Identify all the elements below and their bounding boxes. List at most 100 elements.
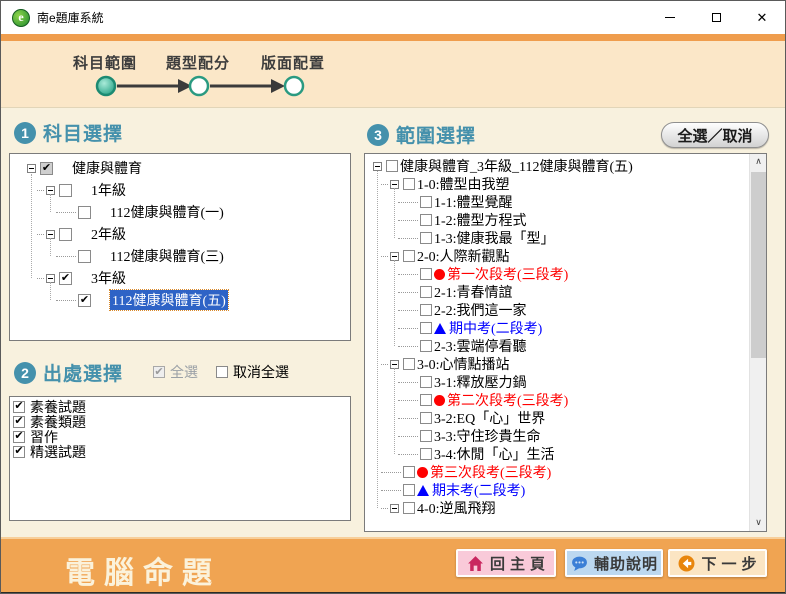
tree-row[interactable]: 1-1:體型覺醒 bbox=[365, 193, 751, 211]
checkbox[interactable]: ✔ bbox=[153, 366, 165, 378]
tree-row[interactable]: ✔健康與體育 bbox=[10, 157, 350, 179]
tree-row[interactable]: 期中考(二段考) bbox=[365, 319, 751, 337]
tree-checkbox[interactable] bbox=[78, 250, 91, 263]
tree-row[interactable]: 112健康與體育(三) bbox=[10, 245, 350, 267]
home-button[interactable]: 回主頁 bbox=[456, 549, 556, 577]
tree-row[interactable]: 2-0:人際新觀點 bbox=[365, 247, 751, 265]
tree-label: 2-1:青春情誼 bbox=[434, 282, 513, 302]
tree-checkbox[interactable] bbox=[420, 286, 432, 298]
tree-checkbox[interactable] bbox=[420, 430, 432, 442]
tree-checkbox[interactable] bbox=[420, 340, 432, 352]
expand-toggle-icon[interactable] bbox=[373, 162, 382, 171]
list-checkbox[interactable]: ✔ bbox=[13, 416, 25, 428]
tree-row[interactable]: 3-1:釋放壓力鍋 bbox=[365, 373, 751, 391]
deselect-all-checkbox[interactable]: 取消全選 bbox=[216, 362, 289, 382]
tree-row[interactable]: 第一次段考(三段考) bbox=[365, 265, 751, 283]
list-checkbox[interactable]: ✔ bbox=[13, 401, 25, 413]
tree-connector bbox=[56, 212, 76, 213]
tree-row[interactable]: 1-3:健康我最「型」 bbox=[365, 229, 751, 247]
tree-label: 112健康與體育(五) bbox=[110, 290, 228, 310]
tree-row[interactable]: 3-2:EQ「心」世界 bbox=[365, 409, 751, 427]
list-checkbox[interactable]: ✔ bbox=[13, 431, 25, 443]
tree-checkbox[interactable] bbox=[59, 184, 72, 197]
tree-label: 112健康與體育(一) bbox=[110, 202, 224, 222]
tree-checkbox[interactable] bbox=[403, 178, 415, 190]
tree-row[interactable]: 1年級 bbox=[10, 179, 350, 201]
tree-row[interactable]: 3-3:守住珍貴生命 bbox=[365, 427, 751, 445]
maximize-icon bbox=[712, 13, 721, 22]
tree-checkbox[interactable] bbox=[403, 250, 415, 262]
tree-row[interactable]: 期末考(二段考) bbox=[365, 481, 751, 499]
tree-checkbox[interactable] bbox=[59, 228, 72, 241]
expand-toggle-icon[interactable] bbox=[27, 164, 36, 173]
tree-row[interactable]: 第二次段考(三段考) bbox=[365, 391, 751, 409]
scrollbar[interactable]: ∧ ∨ bbox=[749, 154, 766, 531]
app-icon: e bbox=[12, 9, 30, 27]
tree-row[interactable]: 健康與體育_3年級_112健康與體育(五) bbox=[365, 157, 751, 175]
tree-row[interactable]: 1-2:體型方程式 bbox=[365, 211, 751, 229]
next-step-button[interactable]: 下一步 bbox=[668, 549, 767, 577]
close-button[interactable]: ✕ bbox=[739, 1, 785, 34]
tree-row[interactable]: 1-0:體型由我塑 bbox=[365, 175, 751, 193]
minimize-button[interactable] bbox=[647, 1, 693, 34]
tree-connector bbox=[398, 454, 418, 455]
tree-row[interactable]: 2年級 bbox=[10, 223, 350, 245]
tree-checkbox[interactable] bbox=[386, 160, 398, 172]
tree-row[interactable]: 2-3:雲端停看聽 bbox=[365, 337, 751, 355]
tree-label: 3-0:心情點播站 bbox=[417, 354, 510, 374]
tree-row[interactable]: 2-1:青春情誼 bbox=[365, 283, 751, 301]
checkbox[interactable] bbox=[216, 366, 228, 378]
titlebar: e 南e題庫系統 ✕ bbox=[1, 1, 785, 34]
tree-label: 3-3:守住珍貴生命 bbox=[434, 426, 541, 446]
tree-row[interactable]: 112健康與體育(一) bbox=[10, 201, 350, 223]
blue-triangle-icon bbox=[417, 485, 429, 496]
tree-checkbox[interactable] bbox=[420, 214, 432, 226]
tree-label: 健康與體育_3年級_112健康與體育(五) bbox=[400, 156, 633, 176]
tree-row[interactable]: 4-0:逆風飛翔 bbox=[365, 499, 751, 517]
tree-row[interactable]: 第三次段考(三段考) bbox=[365, 463, 751, 481]
tree-checkbox[interactable] bbox=[420, 322, 432, 334]
red-dot-icon bbox=[434, 395, 445, 406]
section2-title: 出處選擇 bbox=[43, 359, 123, 386]
tree-checkbox[interactable] bbox=[420, 268, 432, 280]
scroll-down-icon[interactable]: ∨ bbox=[750, 515, 767, 531]
tree-label: 3-1:釋放壓力鍋 bbox=[434, 372, 527, 392]
tree-row[interactable]: ✔3年級 bbox=[10, 267, 350, 289]
maximize-button[interactable] bbox=[693, 1, 739, 34]
tree-checkbox[interactable] bbox=[420, 376, 432, 388]
tree-connector bbox=[398, 328, 418, 329]
tree-checkbox[interactable]: ✔ bbox=[59, 272, 72, 285]
tree-connector bbox=[381, 490, 401, 491]
scroll-up-icon[interactable]: ∧ bbox=[750, 154, 767, 170]
tree-checkbox[interactable] bbox=[403, 484, 415, 496]
list-checkbox[interactable]: ✔ bbox=[13, 446, 25, 458]
tree-connector bbox=[398, 400, 418, 401]
tree-checkbox[interactable] bbox=[403, 466, 415, 478]
tree-checkbox[interactable] bbox=[420, 196, 432, 208]
scrollbar-thumb[interactable] bbox=[751, 172, 766, 358]
list-item[interactable]: ✔素養類題 bbox=[13, 414, 350, 429]
tree-connector bbox=[381, 472, 401, 473]
list-item[interactable]: ✔精選試題 bbox=[13, 444, 350, 459]
tree-row[interactable]: 3-4:休閒「心」生活 bbox=[365, 445, 751, 463]
tree-checkbox[interactable]: ✔ bbox=[78, 294, 91, 307]
tree-row[interactable]: 2-2:我們這一家 bbox=[365, 301, 751, 319]
tree-checkbox[interactable] bbox=[420, 304, 432, 316]
select-all-checkbox[interactable]: ✔ 全選 bbox=[153, 362, 198, 382]
tree-row[interactable]: 3-0:心情點播站 bbox=[365, 355, 751, 373]
tree-guide bbox=[50, 238, 51, 256]
tree-guide bbox=[394, 260, 395, 346]
tree-checkbox[interactable] bbox=[403, 358, 415, 370]
tree-checkbox[interactable] bbox=[420, 232, 432, 244]
tree-checkbox[interactable] bbox=[420, 448, 432, 460]
help-button[interactable]: 輔助說明 bbox=[565, 549, 663, 577]
tree-row[interactable]: ✔ 112健康與體育(五) bbox=[10, 289, 350, 311]
tree-checkbox[interactable] bbox=[78, 206, 91, 219]
tree-checkbox[interactable] bbox=[420, 394, 432, 406]
tree-label: 第一次段考(三段考) bbox=[447, 264, 568, 284]
tree-checkbox[interactable] bbox=[403, 502, 415, 514]
expand-toggle-icon[interactable] bbox=[390, 504, 399, 513]
tree-checkbox[interactable]: ✔ bbox=[40, 162, 53, 175]
select-all-toggle-button[interactable]: 全選／取消 bbox=[661, 122, 769, 148]
tree-checkbox[interactable] bbox=[420, 412, 432, 424]
